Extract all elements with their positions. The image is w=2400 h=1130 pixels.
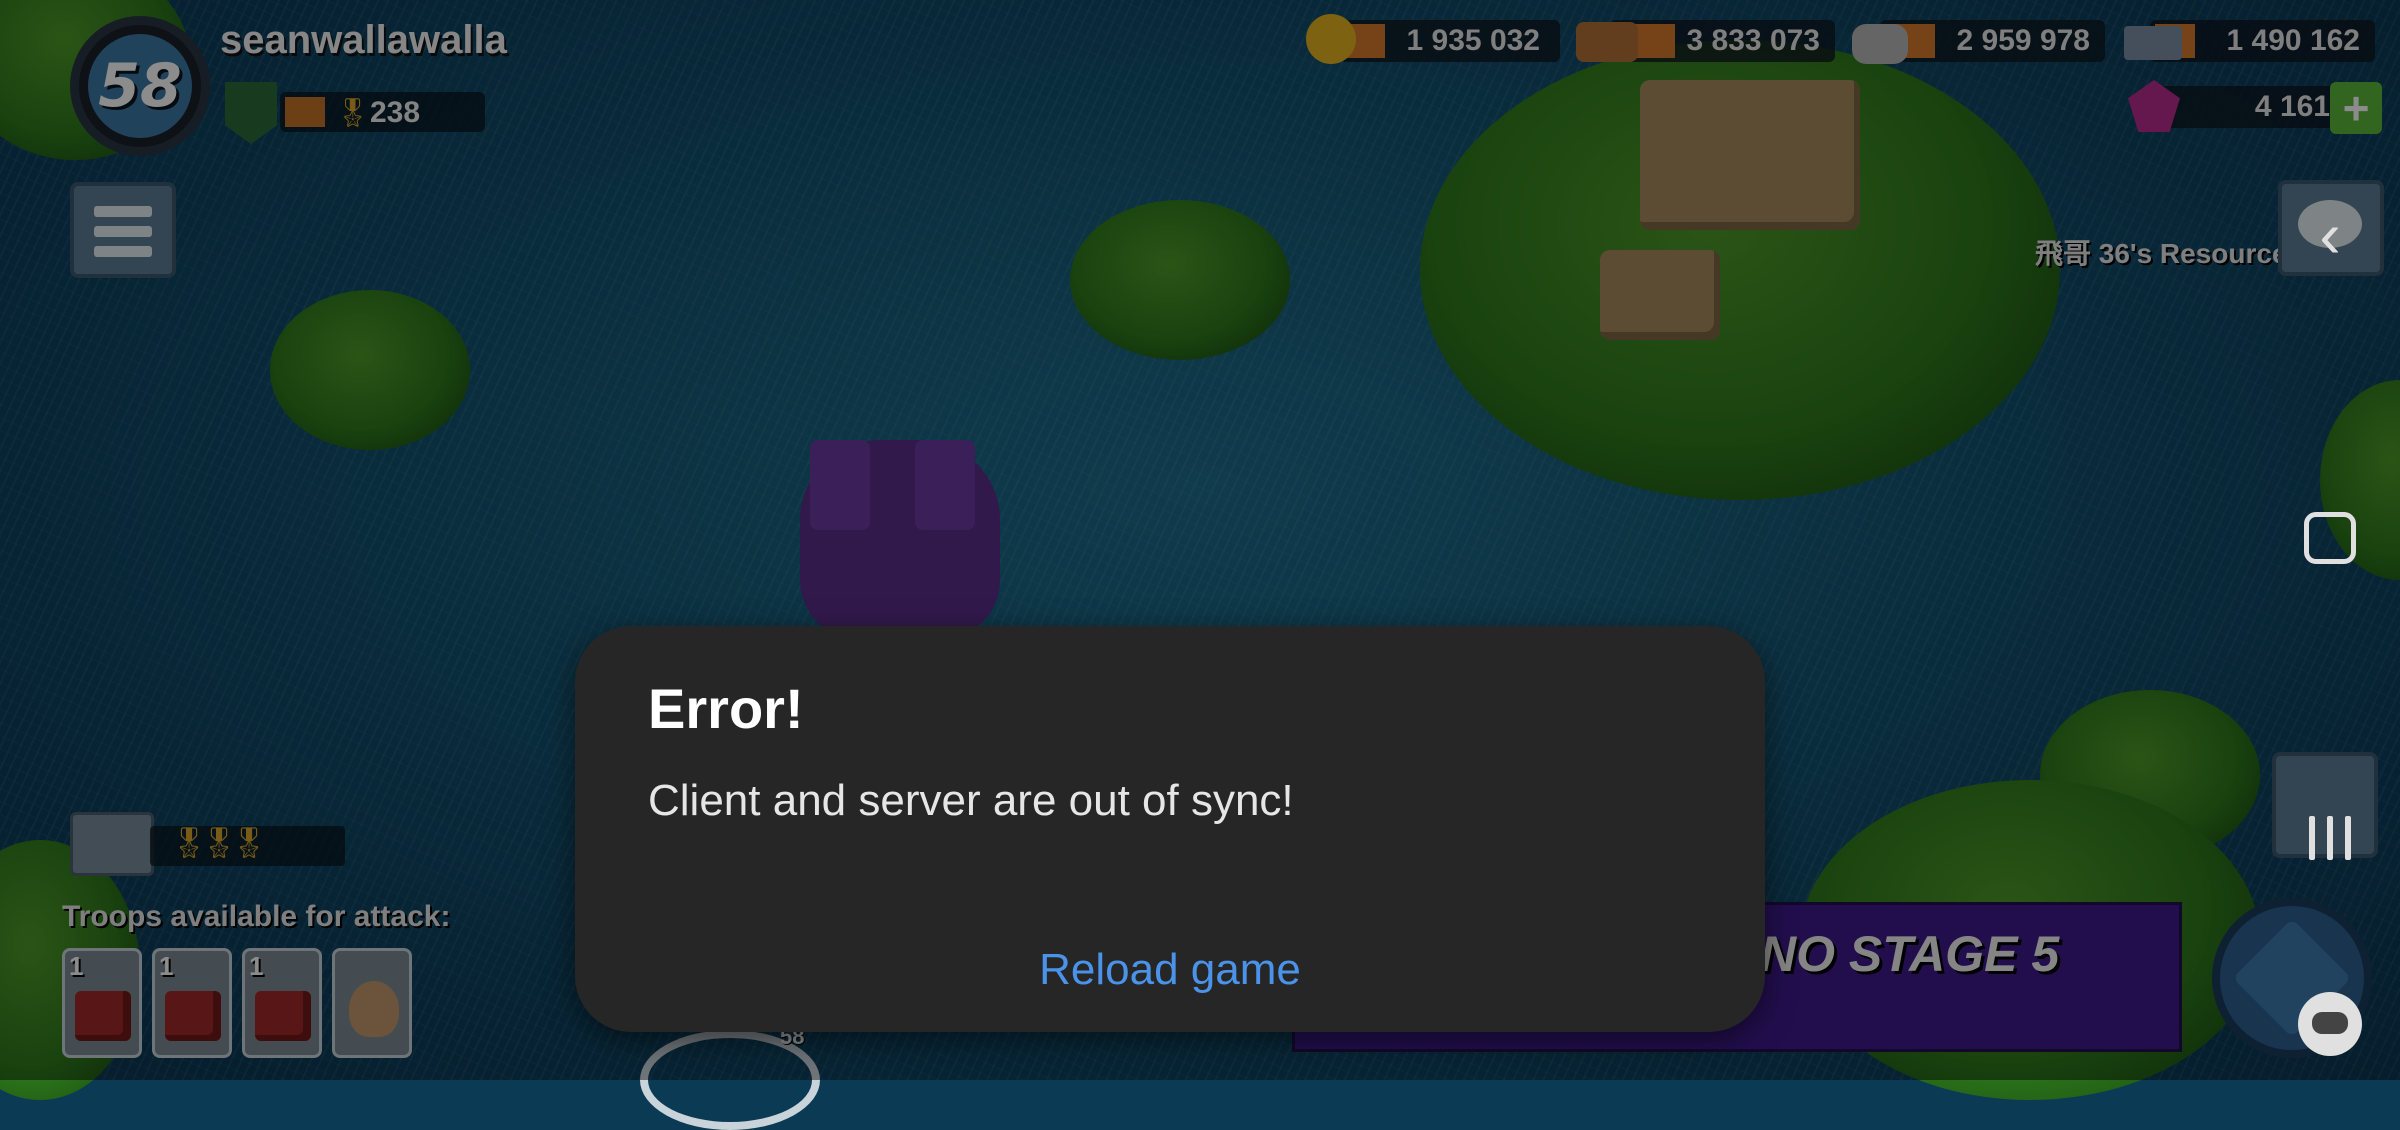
dialog-title: Error! [648, 677, 804, 740]
back-chevron-icon[interactable]: ‹ [2300, 199, 2360, 271]
dialog-message: Client and server are out of sync! [648, 776, 1294, 825]
home-square-icon[interactable] [2304, 512, 2356, 564]
controller-shape [2312, 1012, 2348, 1034]
game-controller-icon[interactable] [2298, 992, 2362, 1056]
reload-game-button[interactable]: Reload game [1000, 936, 1340, 1004]
recents-icon[interactable] [2300, 808, 2360, 868]
